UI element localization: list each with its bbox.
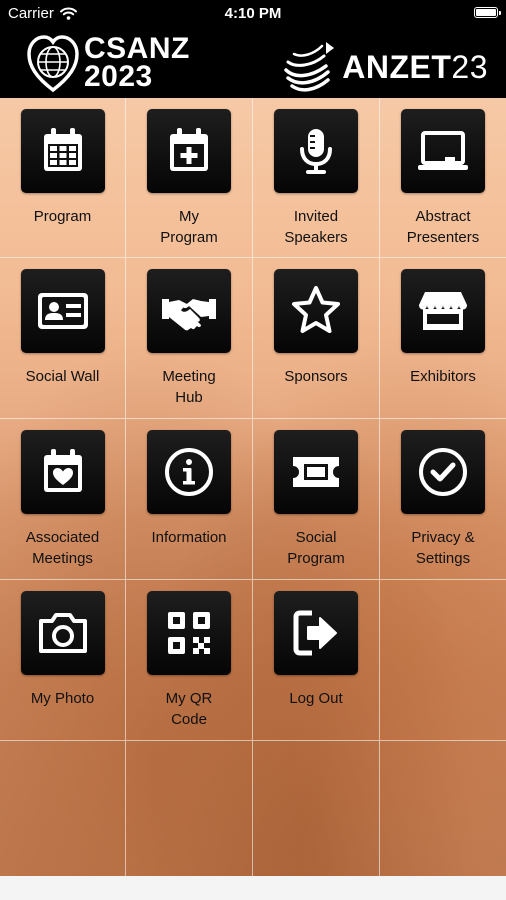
empty-cell bbox=[253, 741, 380, 876]
menu-item-program[interactable]: Program bbox=[0, 98, 126, 258]
menu-label: Exhibitors bbox=[410, 368, 476, 385]
menu-tile[interactable] bbox=[20, 430, 105, 514]
menu-item-my-program[interactable]: My Program bbox=[126, 98, 253, 258]
empty-cell bbox=[0, 741, 126, 876]
menu-label: My QR Code bbox=[165, 690, 213, 728]
logout-icon bbox=[293, 610, 337, 656]
menu-item-exhibitors[interactable]: Exhibitors bbox=[380, 258, 506, 419]
menu-tile[interactable] bbox=[147, 109, 231, 193]
menu-tile[interactable] bbox=[401, 109, 485, 193]
menu-label: Program bbox=[33, 208, 92, 225]
csanz-year: 2023 bbox=[84, 60, 153, 93]
menu-tile[interactable] bbox=[401, 269, 485, 353]
menu-label: My Photo bbox=[30, 690, 95, 707]
menu-item-invited-speakers[interactable]: Invited Speakers bbox=[253, 98, 380, 258]
menu-item-associated-meetings[interactable]: Associated Meetings bbox=[0, 419, 126, 580]
check-circle-icon bbox=[419, 448, 467, 496]
menu-label: Log Out bbox=[289, 690, 343, 707]
menu-tile[interactable] bbox=[274, 269, 358, 353]
menu-label: Meeting Hub bbox=[162, 368, 216, 406]
menu-label: Abstract Presenters bbox=[406, 208, 480, 246]
menu-tile[interactable] bbox=[274, 109, 358, 193]
clock: 4:10 PM bbox=[224, 5, 282, 22]
menu-tile[interactable] bbox=[20, 269, 105, 353]
csanz-name: CSANZ bbox=[84, 32, 190, 65]
anzet-year: 23 bbox=[451, 48, 488, 85]
empty-cell bbox=[126, 741, 253, 876]
menu-tile[interactable] bbox=[20, 109, 105, 193]
microphone-icon bbox=[300, 129, 332, 174]
menu-label: Associated Meetings bbox=[25, 529, 100, 567]
menu-label: Privacy & Settings bbox=[411, 529, 475, 567]
app-header: CSANZ 2023 ANZET23 bbox=[0, 28, 506, 98]
menu-item-privacy-settings[interactable]: Privacy & Settings bbox=[380, 419, 506, 580]
battery-icon bbox=[474, 7, 501, 18]
menu-tile[interactable] bbox=[147, 430, 231, 514]
qr-code-icon bbox=[168, 612, 210, 654]
menu-label: Social Wall bbox=[25, 368, 100, 385]
presentation-board-icon bbox=[418, 131, 468, 170]
menu-item-my-photo[interactable]: My Photo bbox=[0, 580, 126, 741]
calendar-plus-icon bbox=[170, 128, 208, 171]
menu-item-social-wall[interactable]: Social Wall bbox=[0, 258, 126, 419]
menu-label: Invited Speakers bbox=[284, 208, 348, 246]
status-bar: Carrier 4:10 PM bbox=[0, 0, 506, 28]
anzet-name: ANZET bbox=[342, 48, 452, 85]
menu-item-abstract-presenters[interactable]: Abstract Presenters bbox=[380, 98, 506, 258]
menu-item-my-qr-code[interactable]: My QR Code bbox=[126, 580, 253, 741]
calendar-icon bbox=[43, 128, 82, 171]
menu-tile[interactable] bbox=[20, 591, 105, 675]
ticket-icon bbox=[293, 457, 339, 487]
menu-item-sponsors[interactable]: Sponsors bbox=[253, 258, 380, 419]
anzet-logo: ANZET23 bbox=[282, 38, 488, 96]
menu-tile[interactable] bbox=[274, 430, 358, 514]
store-icon bbox=[419, 292, 467, 330]
bottom-bar bbox=[0, 876, 506, 900]
csanz-logo: CSANZ 2023 bbox=[26, 32, 190, 94]
menu-grid: Program My Program Invited Speakers Abst… bbox=[0, 98, 506, 876]
menu-item-social-program[interactable]: Social Program bbox=[253, 419, 380, 580]
menu-area: Program My Program Invited Speakers Abst… bbox=[0, 98, 506, 876]
menu-item-information[interactable]: Information bbox=[126, 419, 253, 580]
calendar-heart-icon bbox=[43, 449, 82, 492]
menu-label: Social Program bbox=[287, 529, 345, 567]
id-card-icon bbox=[37, 293, 88, 329]
empty-cell bbox=[380, 741, 506, 876]
menu-item-log-out[interactable]: Log Out bbox=[253, 580, 380, 741]
swoosh-icon bbox=[284, 42, 335, 92]
menu-label: My Program bbox=[160, 208, 218, 246]
menu-item-meeting-hub[interactable]: Meeting Hub bbox=[126, 258, 253, 419]
handshake-icon bbox=[162, 299, 216, 331]
camera-icon bbox=[38, 613, 87, 653]
heart-globe-icon bbox=[27, 35, 79, 93]
star-icon bbox=[292, 286, 340, 333]
menu-label: Sponsors bbox=[284, 368, 348, 385]
empty-cell bbox=[380, 580, 506, 741]
menu-tile[interactable] bbox=[401, 430, 485, 514]
menu-label: Information bbox=[151, 529, 227, 546]
menu-tile[interactable] bbox=[274, 591, 358, 675]
info-icon bbox=[165, 448, 213, 496]
menu-tile[interactable] bbox=[147, 269, 231, 353]
menu-tile[interactable] bbox=[147, 591, 231, 675]
